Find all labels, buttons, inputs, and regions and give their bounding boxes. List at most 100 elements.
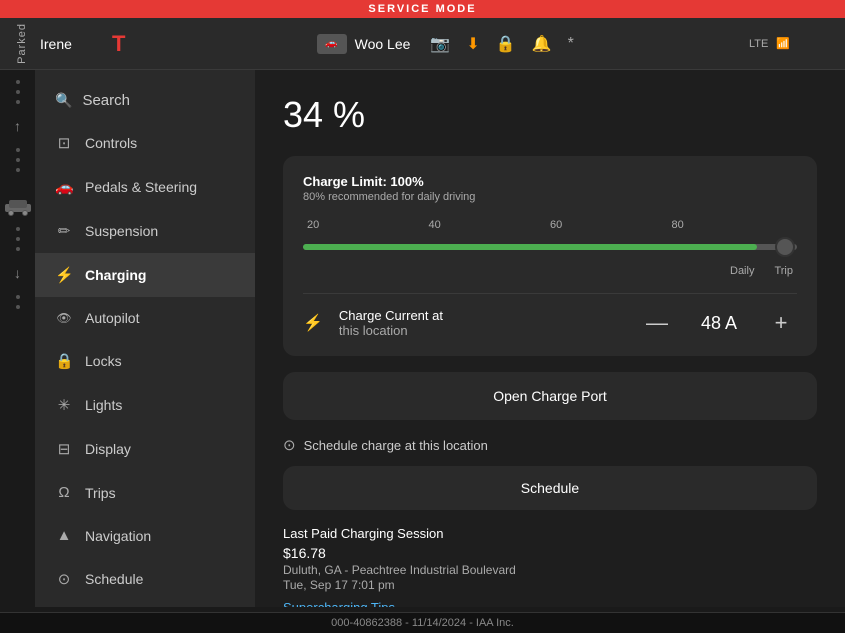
download-icon[interactable]: ⬇	[466, 34, 479, 54]
service-mode-banner: SERVICE MODE	[0, 0, 845, 18]
divider	[303, 293, 797, 294]
sidebar-item-lights[interactable]: ✳ Lights	[35, 383, 255, 427]
vehicle-info: 🚗 Woo Lee	[317, 34, 411, 54]
schedule-section: ⊙ Schedule charge at this location Sched…	[283, 436, 817, 510]
sidebar-item-label: Pedals & Steering	[85, 179, 197, 195]
slider-track	[303, 244, 797, 250]
last-session-location: Duluth, GA - Peachtree Industrial Boulev…	[283, 563, 817, 577]
sidebar-item-locks[interactable]: 🔒 Locks	[35, 339, 255, 383]
lock-icon[interactable]: 🔒	[496, 34, 516, 54]
schedule-icon: ⊙	[55, 570, 73, 588]
search-icon: 🔍	[55, 92, 72, 109]
autopilot-icon: 👁	[55, 311, 73, 325]
sidebar-item-display[interactable]: ⊟ Display	[35, 427, 255, 471]
slider-thumb[interactable]	[775, 237, 795, 257]
trip-label: Trip	[774, 265, 793, 277]
edge-dot	[16, 168, 20, 172]
edge-dot	[16, 295, 20, 299]
sidebar-item-label: Suspension	[85, 223, 158, 239]
schedule-check-label: Schedule charge at this location	[304, 438, 488, 453]
sidebar-item-label: Schedule	[85, 571, 143, 587]
last-session-amount: $16.78	[283, 545, 817, 561]
supercharging-tips-link[interactable]: Supercharging Tips	[283, 600, 817, 607]
main-content: 34 % Charge Limit: 100% 80% recommended …	[255, 70, 845, 607]
charge-current-title: Charge Current at	[339, 308, 631, 323]
slider-fill	[303, 244, 757, 250]
header-icons: 📷 ⬇ 🔒 🔔 *	[430, 34, 573, 54]
increase-charge-button[interactable]: +	[765, 310, 797, 336]
charge-current-label: Charge Current at this location	[339, 308, 631, 338]
header-left: Parked Irene	[16, 23, 96, 64]
sidebar-item-trips[interactable]: Ω Trips	[35, 471, 255, 514]
car-icon-container	[4, 198, 32, 221]
navigation-icon: ▲	[55, 527, 73, 544]
edge-dot	[16, 90, 20, 94]
suspension-icon: ✏	[55, 222, 73, 240]
sidebar-item-label: Charging	[85, 267, 146, 283]
left-edge: ↑ ↓	[0, 70, 35, 607]
charge-slider[interactable]	[303, 237, 797, 257]
trips-icon: Ω	[55, 484, 73, 501]
edge-dot	[16, 158, 20, 162]
edge-dot	[16, 247, 20, 251]
daily-trip-labels: Daily Trip	[303, 265, 797, 277]
vehicle-icon: 🚗	[317, 34, 347, 54]
sidebar-item-label: Trips	[85, 485, 116, 501]
sidebar-item-charging[interactable]: ⚡ Charging	[35, 253, 255, 297]
charge-value: 48 A	[689, 313, 749, 334]
charge-port-card: Open Charge Port	[283, 372, 817, 420]
header-center: 🚗 Woo Lee 📷 ⬇ 🔒 🔔 *	[141, 34, 749, 54]
tesla-logo: T	[112, 31, 125, 57]
open-charge-port-button[interactable]: Open Charge Port	[283, 372, 817, 420]
lte-label: LTE	[749, 38, 768, 50]
edge-dot	[16, 305, 20, 309]
last-session-title: Last Paid Charging Session	[283, 526, 817, 541]
sidebar-item-label: Navigation	[85, 528, 151, 544]
slider-mark-40: 40	[429, 219, 441, 231]
battery-percent: 34 %	[283, 94, 817, 136]
sidebar-item-autopilot[interactable]: 👁 Autopilot	[35, 297, 255, 339]
slider-mark-80: 80	[672, 219, 684, 231]
sidebar-item-label: Lights	[85, 397, 122, 413]
camera-icon[interactable]: 📷	[430, 34, 450, 54]
slider-marks: 20 40 60 80	[303, 219, 797, 231]
arrow-up-icon: ↑	[14, 118, 21, 134]
top-header: Parked Irene T 🚗 Woo Lee 📷 ⬇ 🔒 🔔 * LTE 📶	[0, 18, 845, 70]
bluetooth-icon[interactable]: *	[568, 35, 574, 53]
header-right: LTE 📶	[749, 37, 829, 50]
slider-mark-20: 20	[307, 219, 319, 231]
sidebar: 🔍 Search ⊡ Controls 🚗 Pedals & Steering …	[35, 70, 255, 607]
schedule-clock-icon: ⊙	[283, 436, 296, 454]
sidebar-item-label: Display	[85, 441, 131, 457]
sidebar-item-navigation[interactable]: ▲ Navigation	[35, 514, 255, 557]
search-label: Search	[82, 92, 130, 109]
sidebar-item-suspension[interactable]: ✏ Suspension	[35, 209, 255, 253]
charge-current-subtitle: this location	[339, 323, 631, 338]
last-session-date: Tue, Sep 17 7:01 pm	[283, 578, 817, 592]
sidebar-item-safety[interactable]: ℹ Safety	[35, 601, 255, 607]
display-icon: ⊟	[55, 440, 73, 458]
edge-dot	[16, 100, 20, 104]
decrease-charge-button[interactable]: —	[641, 310, 673, 336]
charge-limit-card: Charge Limit: 100% 80% recommended for d…	[283, 156, 817, 356]
signal-bars-icon: 📶	[776, 37, 790, 50]
search-button[interactable]: 🔍 Search	[35, 80, 255, 121]
slider-mark-60: 60	[550, 219, 562, 231]
edge-dot	[16, 148, 20, 152]
sidebar-item-pedals[interactable]: 🚗 Pedals & Steering	[35, 165, 255, 209]
bell-icon[interactable]: 🔔	[532, 34, 552, 54]
vehicle-name: Woo Lee	[355, 36, 411, 52]
lights-icon: ✳	[55, 396, 73, 414]
user-name: Irene	[40, 36, 72, 52]
parked-label: Parked	[16, 23, 28, 64]
controls-icon: ⊡	[55, 134, 73, 152]
sidebar-item-controls[interactable]: ⊡ Controls	[35, 121, 255, 165]
sidebar-item-schedule[interactable]: ⊙ Schedule	[35, 557, 255, 601]
last-session: Last Paid Charging Session $16.78 Duluth…	[283, 526, 817, 607]
pedals-icon: 🚗	[55, 178, 73, 196]
charge-rec-label: 80% recommended for daily driving	[303, 191, 797, 203]
plug-icon: ⚡	[303, 313, 323, 333]
edge-dot	[16, 227, 20, 231]
schedule-button[interactable]: Schedule	[283, 466, 817, 510]
main-layout: ↑ ↓ 🔍 Search ⊡ Controls 🚗	[0, 70, 845, 607]
